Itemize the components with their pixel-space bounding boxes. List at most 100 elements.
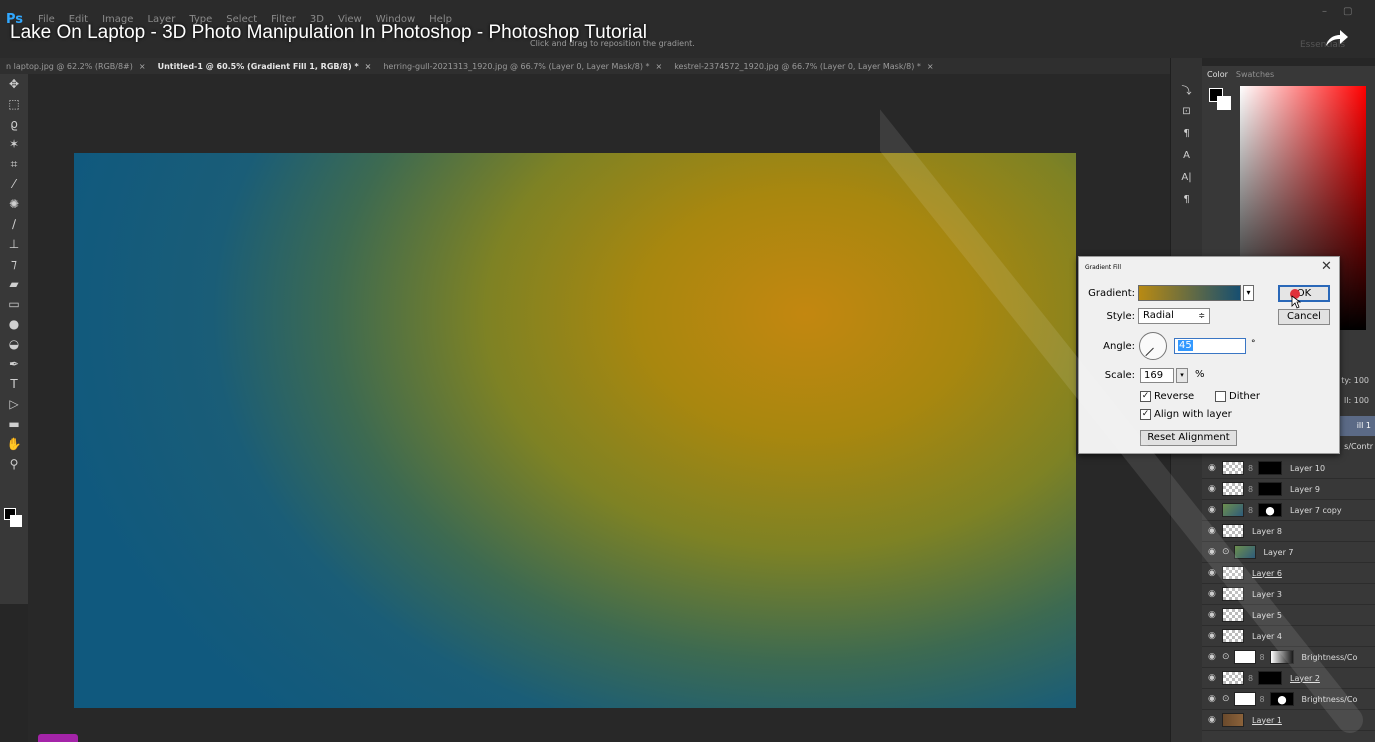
opacity-field[interactable]: ty: 100 (1341, 376, 1369, 385)
layer-row[interactable]: ◉ Layer 1 (1202, 710, 1375, 731)
ok-button[interactable]: OK (1278, 285, 1330, 302)
layer-row[interactable]: ◉ 8 Layer 10 (1202, 458, 1375, 479)
fill-field[interactable]: ll: 100 (1344, 396, 1369, 405)
reverse-row[interactable]: ✓ Reverse (1140, 391, 1194, 402)
lasso-tool-icon[interactable]: ϱ (0, 114, 28, 134)
visibility-eye-icon[interactable]: ◉ (1208, 463, 1218, 473)
close-icon[interactable]: ✕ (1321, 259, 1332, 274)
document-tab[interactable]: herring-gull-2021313_1920.jpg @ 66.7% (L… (377, 62, 668, 71)
document-canvas[interactable] (74, 153, 1076, 708)
share-icon[interactable] (1322, 26, 1350, 50)
marquee-tool-icon[interactable]: ⬚ (0, 94, 28, 114)
link-icon[interactable]: 8 (1248, 674, 1254, 683)
eyedropper-tool-icon[interactable]: ⁄ (0, 174, 28, 194)
tab-color[interactable]: Color (1207, 70, 1228, 79)
visibility-eye-icon[interactable]: ◉ (1208, 631, 1218, 641)
dither-checkbox[interactable] (1215, 391, 1226, 402)
visibility-eye-icon[interactable]: ◉ (1208, 484, 1218, 494)
close-icon[interactable]: × (927, 62, 934, 71)
layer-row[interactable]: ◉ ⊙ 8 Brightness/Co (1202, 689, 1375, 710)
visibility-eye-icon[interactable]: ◉ (1208, 505, 1218, 515)
close-icon[interactable]: × (139, 62, 146, 71)
clone-stamp-tool-icon[interactable]: ⊥ (0, 234, 28, 254)
close-icon[interactable]: × (656, 62, 663, 71)
background-color[interactable] (10, 515, 22, 527)
gradient-tool-icon[interactable]: ▭ (0, 294, 28, 314)
layer-row[interactable]: ◉ ⊙ 8 Brightness/Co (1202, 647, 1375, 668)
style-select[interactable]: Radial ≑ (1138, 308, 1210, 324)
history-brush-tool-icon[interactable]: ⁊ (0, 254, 28, 274)
history-panel-icon[interactable]: ⤵ (1171, 78, 1202, 100)
layer-row[interactable]: ◉ Layer 6 (1202, 563, 1375, 584)
brush-tool-icon[interactable]: ∕ (0, 214, 28, 234)
type-tool-icon[interactable]: T (0, 374, 28, 394)
layer-row[interactable]: ◉ Layer 4 (1202, 626, 1375, 647)
visibility-eye-icon[interactable]: ◉ (1208, 673, 1218, 683)
layer-mask-thumbnail[interactable] (1258, 671, 1282, 685)
shape-tool-icon[interactable]: ▬ (0, 414, 28, 434)
pen-tool-icon[interactable]: ✒ (0, 354, 28, 374)
visibility-eye-icon[interactable]: ◉ (1208, 715, 1218, 725)
angle-input[interactable]: 45 (1174, 338, 1246, 354)
layer-row[interactable]: ◉ Layer 8 (1202, 521, 1375, 542)
paragraph-panel-icon[interactable]: ¶ (1171, 188, 1202, 210)
link-icon[interactable]: 8 (1248, 506, 1254, 515)
color-swatches[interactable] (4, 508, 26, 530)
layer-row[interactable]: ◉ Layer 5 (1202, 605, 1375, 626)
layer-mask-thumbnail[interactable] (1269, 650, 1294, 664)
visibility-eye-icon[interactable]: ◉ (1208, 589, 1218, 599)
document-tab[interactable]: n laptop.jpg @ 62.2% (RGB/8#) × (0, 62, 152, 71)
visibility-eye-icon[interactable]: ◉ (1208, 652, 1218, 662)
dodge-tool-icon[interactable]: ◒ (0, 334, 28, 354)
visibility-eye-icon[interactable]: ◉ (1208, 526, 1218, 536)
layer-mask-thumbnail[interactable] (1258, 503, 1282, 517)
hand-tool-icon[interactable]: ✋ (0, 434, 28, 454)
link-icon[interactable]: 8 (1260, 653, 1266, 662)
tab-swatches[interactable]: Swatches (1236, 70, 1274, 79)
layer-row[interactable]: ◉ 8 Layer 7 copy (1202, 500, 1375, 521)
minimize-icon[interactable]: – (1322, 6, 1327, 17)
eraser-tool-icon[interactable]: ▰ (0, 274, 28, 294)
move-tool-icon[interactable]: ✥ (0, 74, 28, 94)
cancel-button[interactable]: Cancel (1278, 309, 1330, 325)
link-icon[interactable]: 8 (1248, 485, 1254, 494)
document-tab[interactable]: Untitled-1 @ 60.5% (Gradient Fill 1, RGB… (152, 62, 378, 71)
healing-brush-tool-icon[interactable]: ✺ (0, 194, 28, 214)
link-icon[interactable]: 8 (1248, 464, 1254, 473)
layer-mask-thumbnail[interactable] (1258, 482, 1282, 496)
align-checkbox[interactable]: ✓ (1140, 409, 1151, 420)
document-tab[interactable]: kestrel-2374572_1920.jpg @ 66.7% (Layer … (668, 62, 939, 71)
visibility-eye-icon[interactable]: ◉ (1208, 694, 1218, 704)
path-selection-tool-icon[interactable]: ▷ (0, 394, 28, 414)
adjustment-layer-name[interactable]: s/Contr (1344, 442, 1373, 451)
scale-input[interactable]: 169 (1140, 368, 1174, 383)
gradient-dropdown-icon[interactable]: ▾ (1243, 285, 1254, 301)
reset-alignment-button[interactable]: Reset Alignment (1140, 430, 1237, 446)
gradient-preview[interactable] (1138, 285, 1241, 301)
close-icon[interactable]: × (365, 62, 372, 71)
blur-tool-icon[interactable]: ● (0, 314, 28, 334)
visibility-eye-icon[interactable]: ◉ (1208, 610, 1218, 620)
link-icon[interactable]: 8 (1260, 695, 1266, 704)
reverse-checkbox[interactable]: ✓ (1140, 391, 1151, 402)
visibility-eye-icon[interactable]: ◉ (1208, 568, 1218, 578)
layer-row[interactable]: ◉ ⊙ Layer 7 (1202, 542, 1375, 563)
zoom-tool-icon[interactable]: ⚲ (0, 454, 28, 474)
scale-dropdown-icon[interactable]: ▾ (1176, 368, 1188, 383)
paragraph-styles-icon[interactable]: ¶ (1171, 122, 1202, 144)
layer-mask-thumbnail[interactable] (1258, 461, 1282, 475)
align-row[interactable]: ✓ Align with layer (1140, 409, 1232, 420)
layer-row[interactable]: ◉ 8 Layer 2 (1202, 668, 1375, 689)
angle-dial[interactable] (1139, 332, 1167, 360)
visibility-eye-icon[interactable]: ◉ (1208, 547, 1218, 557)
panel-background-color[interactable] (1217, 96, 1231, 110)
crop-tool-icon[interactable]: ⌗ (0, 154, 28, 174)
dither-row[interactable]: Dither (1215, 391, 1260, 402)
actions-panel-icon[interactable]: ⊡ (1171, 100, 1202, 122)
magic-wand-tool-icon[interactable]: ✶ (0, 134, 28, 154)
maximize-icon[interactable]: ▢ (1343, 6, 1352, 17)
layer-row[interactable]: ◉ 8 Layer 9 (1202, 479, 1375, 500)
layer-mask-thumbnail[interactable] (1269, 692, 1294, 706)
layer-row[interactable]: ◉ Layer 3 (1202, 584, 1375, 605)
character-panel-icon[interactable]: A| (1171, 166, 1202, 188)
